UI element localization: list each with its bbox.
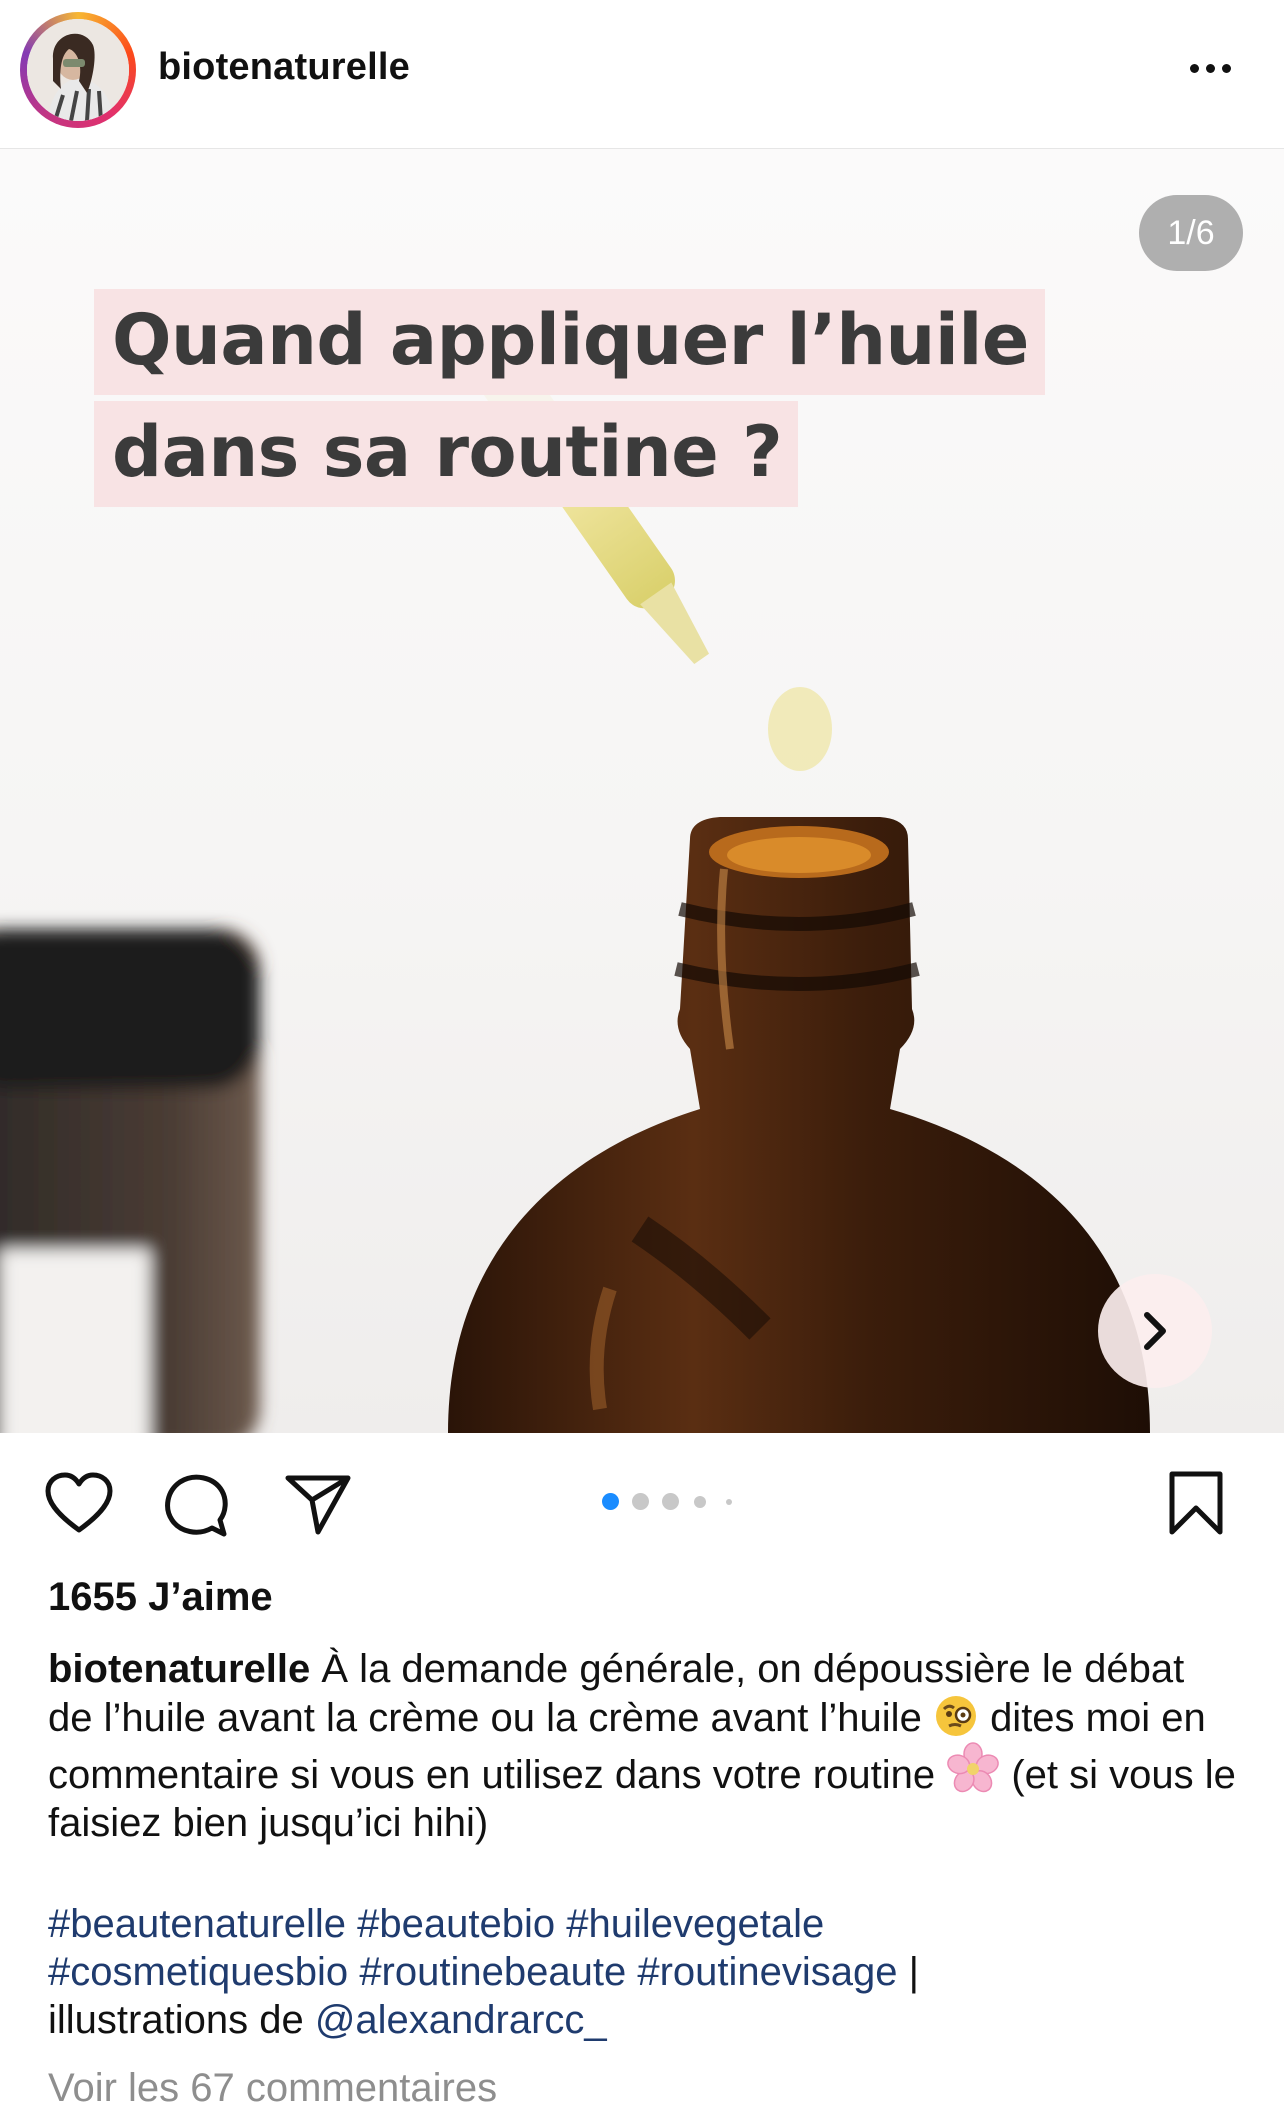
- cherry-blossom-emoji: [947, 1742, 1000, 1793]
- caption: biotenaturelle À la demande générale, on…: [48, 1645, 1238, 1847]
- chevron-right-icon: [1144, 1312, 1166, 1350]
- headline-line-2: dans sa routine ?: [94, 401, 799, 507]
- hashtags-block: #beautenaturelle #beautebio #huilevegeta…: [48, 1900, 1238, 2044]
- header-username[interactable]: biotenaturelle: [158, 46, 410, 89]
- likes-count[interactable]: 1655 J’aime: [48, 1575, 273, 1620]
- post-image[interactable]: Quand appliquer l’huile dans sa routine …: [0, 149, 1284, 1433]
- hashtag-link[interactable]: #routinebeaute: [359, 1950, 626, 1994]
- hashtag-link[interactable]: #routinevisage: [637, 1950, 897, 1994]
- avatar[interactable]: [27, 19, 129, 121]
- credit-text: illustrations de: [48, 1998, 304, 2042]
- carousel-counter: 1/6: [1139, 195, 1243, 271]
- hashtag-link[interactable]: #cosmetiquesbio: [48, 1950, 348, 1994]
- action-bar: [0, 1434, 1284, 1574]
- next-slide-button[interactable]: [1098, 1274, 1212, 1388]
- post-header: biotenaturelle: [0, 0, 1284, 149]
- comment-icon[interactable]: [162, 1472, 230, 1538]
- carousel-dot-active: [602, 1493, 619, 1510]
- hashtag-link[interactable]: #huilevegetale: [566, 1902, 824, 1946]
- mention-link[interactable]: @alexandrarcc_: [315, 1998, 607, 2042]
- paper-plane-icon[interactable]: [284, 1472, 352, 1536]
- carousel-dot: [726, 1499, 732, 1505]
- carousel-dot: [632, 1493, 649, 1510]
- bookmark-icon[interactable]: [1166, 1470, 1226, 1536]
- view-comments-link[interactable]: Voir les 67 commentaires: [48, 2066, 497, 2111]
- headline-line-1: Quand appliquer l’huile: [94, 289, 1045, 395]
- heart-icon[interactable]: [44, 1472, 114, 1536]
- headline: Quand appliquer l’huile dans sa routine …: [94, 289, 1045, 513]
- more-options-icon[interactable]: [1190, 48, 1250, 88]
- hashtag-link[interactable]: #beautenaturelle: [48, 1902, 346, 1946]
- caption-username[interactable]: biotenaturelle: [48, 1647, 310, 1691]
- story-ring[interactable]: [20, 12, 136, 128]
- face-with-monocle-emoji: [935, 1696, 976, 1736]
- separator: |: [908, 1950, 920, 1994]
- hashtag-link[interactable]: #beautebio: [357, 1902, 555, 1946]
- avatar-image: [27, 19, 129, 121]
- carousel-dot: [694, 1496, 706, 1508]
- carousel-dot: [662, 1493, 679, 1510]
